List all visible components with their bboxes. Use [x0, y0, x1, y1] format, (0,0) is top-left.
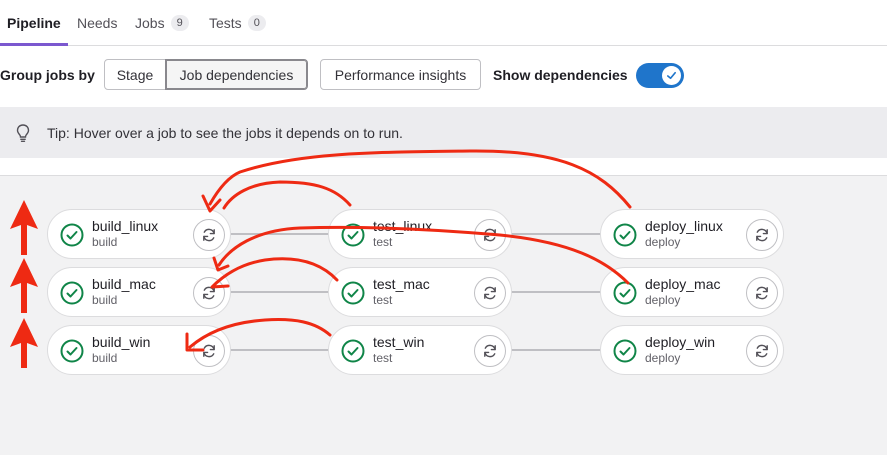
job-stage: build	[92, 293, 118, 307]
tab-jobs[interactable]: Jobs 9	[135, 15, 189, 31]
pipeline-graph: build_linux build test_linux test deploy…	[0, 175, 887, 455]
active-tab-indicator	[0, 43, 68, 46]
job-link	[501, 233, 601, 235]
job-name: build_win	[92, 334, 151, 350]
retry-icon	[203, 228, 215, 242]
retry-button[interactable]	[193, 277, 225, 309]
retry-button[interactable]	[474, 277, 506, 309]
tab-label: Tests	[209, 15, 242, 31]
status-success-icon	[60, 223, 84, 247]
job-name: build_mac	[92, 276, 156, 292]
count-badge: 9	[170, 15, 189, 31]
job-link	[230, 233, 329, 235]
retry-button[interactable]	[746, 335, 778, 367]
status-success-icon	[613, 339, 637, 363]
count-badge: 0	[247, 15, 266, 31]
retry-icon	[203, 286, 215, 300]
tip-banner: Tip: Hover over a job to see the jobs it…	[0, 107, 887, 158]
job-stage: build	[92, 235, 118, 249]
job-card[interactable]: test_linux test	[328, 209, 512, 259]
job-name: test_win	[373, 334, 425, 350]
retry-button[interactable]	[746, 277, 778, 309]
tab-needs[interactable]: Needs	[77, 15, 117, 31]
tab-label: Jobs	[135, 15, 165, 31]
job-name: test_linux	[373, 218, 433, 234]
retry-button[interactable]	[193, 335, 225, 367]
status-success-icon	[341, 339, 365, 363]
retry-icon	[484, 344, 496, 358]
retry-button[interactable]	[746, 219, 778, 251]
status-success-icon	[613, 281, 637, 305]
status-success-icon	[60, 339, 84, 363]
status-success-icon	[60, 281, 84, 305]
job-stage: test	[373, 293, 393, 307]
job-name: deploy_win	[645, 334, 716, 350]
job-link	[501, 349, 601, 351]
bulb-icon	[14, 123, 32, 148]
retry-icon	[756, 228, 768, 242]
stage-button[interactable]: Stage	[104, 59, 166, 90]
tab-label: Needs	[77, 15, 118, 31]
tip-text: Tip: Hover over a job to see the jobs it…	[47, 125, 403, 141]
job-card[interactable]: deploy_linux deploy	[600, 209, 784, 259]
retry-icon	[484, 286, 496, 300]
job-name: test_mac	[373, 276, 430, 292]
job-link	[230, 291, 329, 293]
tab-pipeline[interactable]: Pipeline	[7, 15, 61, 31]
job-link	[501, 291, 601, 293]
job-card[interactable]: deploy_win deploy	[600, 325, 784, 375]
retry-icon	[756, 286, 768, 300]
performance-insights-button[interactable]: Performance insights	[320, 59, 481, 90]
toggle-knob	[662, 66, 681, 85]
group-jobs-label: Group jobs by	[0, 67, 95, 83]
job-name: deploy_mac	[645, 276, 721, 292]
check-icon	[667, 71, 676, 80]
job-card[interactable]: build_mac build	[47, 267, 231, 317]
job-stage: deploy	[645, 293, 681, 307]
show-dependencies-label: Show dependencies	[493, 67, 628, 83]
job-card[interactable]: build_win build	[47, 325, 231, 375]
retry-icon	[756, 344, 768, 358]
job-stage: test	[373, 235, 393, 249]
pipeline-tabs: Pipeline Needs Jobs 9 Tests 0	[0, 0, 887, 46]
job-stage: test	[373, 351, 393, 365]
retry-icon	[484, 228, 496, 242]
retry-button[interactable]	[474, 219, 506, 251]
job-card[interactable]: build_linux build	[47, 209, 231, 259]
tab-label: Pipeline	[7, 15, 61, 31]
tab-tests[interactable]: Tests 0	[209, 15, 266, 31]
job-name: build_linux	[92, 218, 159, 234]
retry-button[interactable]	[474, 335, 506, 367]
job-stage: build	[92, 351, 118, 365]
job-stage: deploy	[645, 351, 681, 365]
job-card[interactable]: test_win test	[328, 325, 512, 375]
retry-icon	[203, 344, 215, 358]
status-success-icon	[341, 223, 365, 247]
job-dependencies-button[interactable]: Job dependencies	[165, 59, 308, 90]
status-success-icon	[341, 281, 365, 305]
job-name: deploy_linux	[645, 218, 723, 234]
job-stage: deploy	[645, 235, 681, 249]
job-card[interactable]: deploy_mac deploy	[600, 267, 784, 317]
retry-button[interactable]	[193, 219, 225, 251]
status-success-icon	[613, 223, 637, 247]
show-dependencies-toggle[interactable]	[636, 63, 684, 88]
job-link	[230, 349, 329, 351]
job-card[interactable]: test_mac test	[328, 267, 512, 317]
